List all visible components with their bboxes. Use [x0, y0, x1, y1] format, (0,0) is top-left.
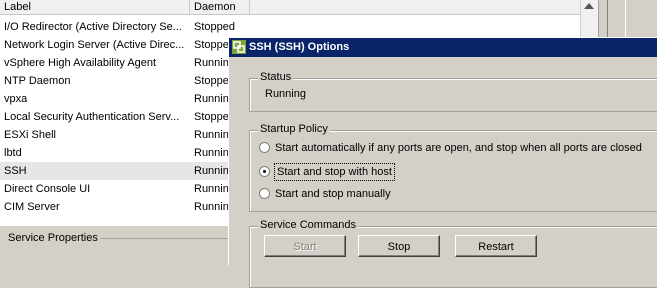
service-label: I/O Redirector (Active Directory Se...	[4, 21, 182, 33]
status-legend: Status	[258, 71, 294, 83]
radio-label: Start and stop manually	[275, 188, 391, 200]
status-group: Status	[249, 71, 657, 112]
radio-button[interactable]	[259, 142, 270, 153]
service-label: vSphere High Availability Agent	[4, 57, 157, 69]
service-label: ESXi Shell	[4, 129, 56, 141]
column-header-daemon[interactable]: Daemon	[190, 0, 250, 14]
status-value: Running	[265, 88, 306, 100]
dialog-title-bar[interactable]: SSH (SSH) Options	[229, 38, 657, 57]
radio-button-selected[interactable]	[259, 166, 270, 177]
service-label: CIM Server	[4, 201, 60, 213]
service-label: vpxa	[4, 93, 28, 105]
dialog-title: SSH (SSH) Options	[249, 41, 350, 53]
radio-button[interactable]	[259, 188, 270, 199]
service-label: Network Login Server (Active Direc...	[4, 39, 185, 51]
service-commands-legend: Service Commands	[258, 219, 358, 231]
radio-label: Start and stop with host	[274, 163, 395, 181]
scroll-up-icon[interactable]	[584, 3, 594, 9]
list-header: Label Daemon	[0, 0, 580, 15]
service-label: Direct Console UI	[4, 183, 91, 195]
service-label: SSH	[4, 165, 27, 177]
restart-button[interactable]: Restart	[455, 235, 537, 257]
startup-policy-legend: Startup Policy	[258, 123, 330, 135]
service-label: NTP Daemon	[4, 75, 71, 87]
start-button[interactable]: Start	[264, 235, 346, 257]
table-row[interactable]: I/O Redirector (Active Directory Se... St…	[0, 18, 580, 36]
vsphere-logo-icon	[232, 40, 246, 54]
column-header-label[interactable]: Label	[0, 0, 190, 14]
service-daemon: Stopped	[194, 21, 235, 33]
service-label: lbtd	[4, 147, 22, 159]
stop-button[interactable]: Stop	[358, 235, 440, 257]
radio-label: Start automatically if any ports are ope…	[275, 142, 642, 154]
ssh-options-dialog: SSH (SSH) Options Status Running Startup…	[228, 37, 657, 288]
service-properties-title: Service Properties	[8, 232, 98, 244]
service-label: Local Security Authentication Serv...	[4, 111, 180, 123]
